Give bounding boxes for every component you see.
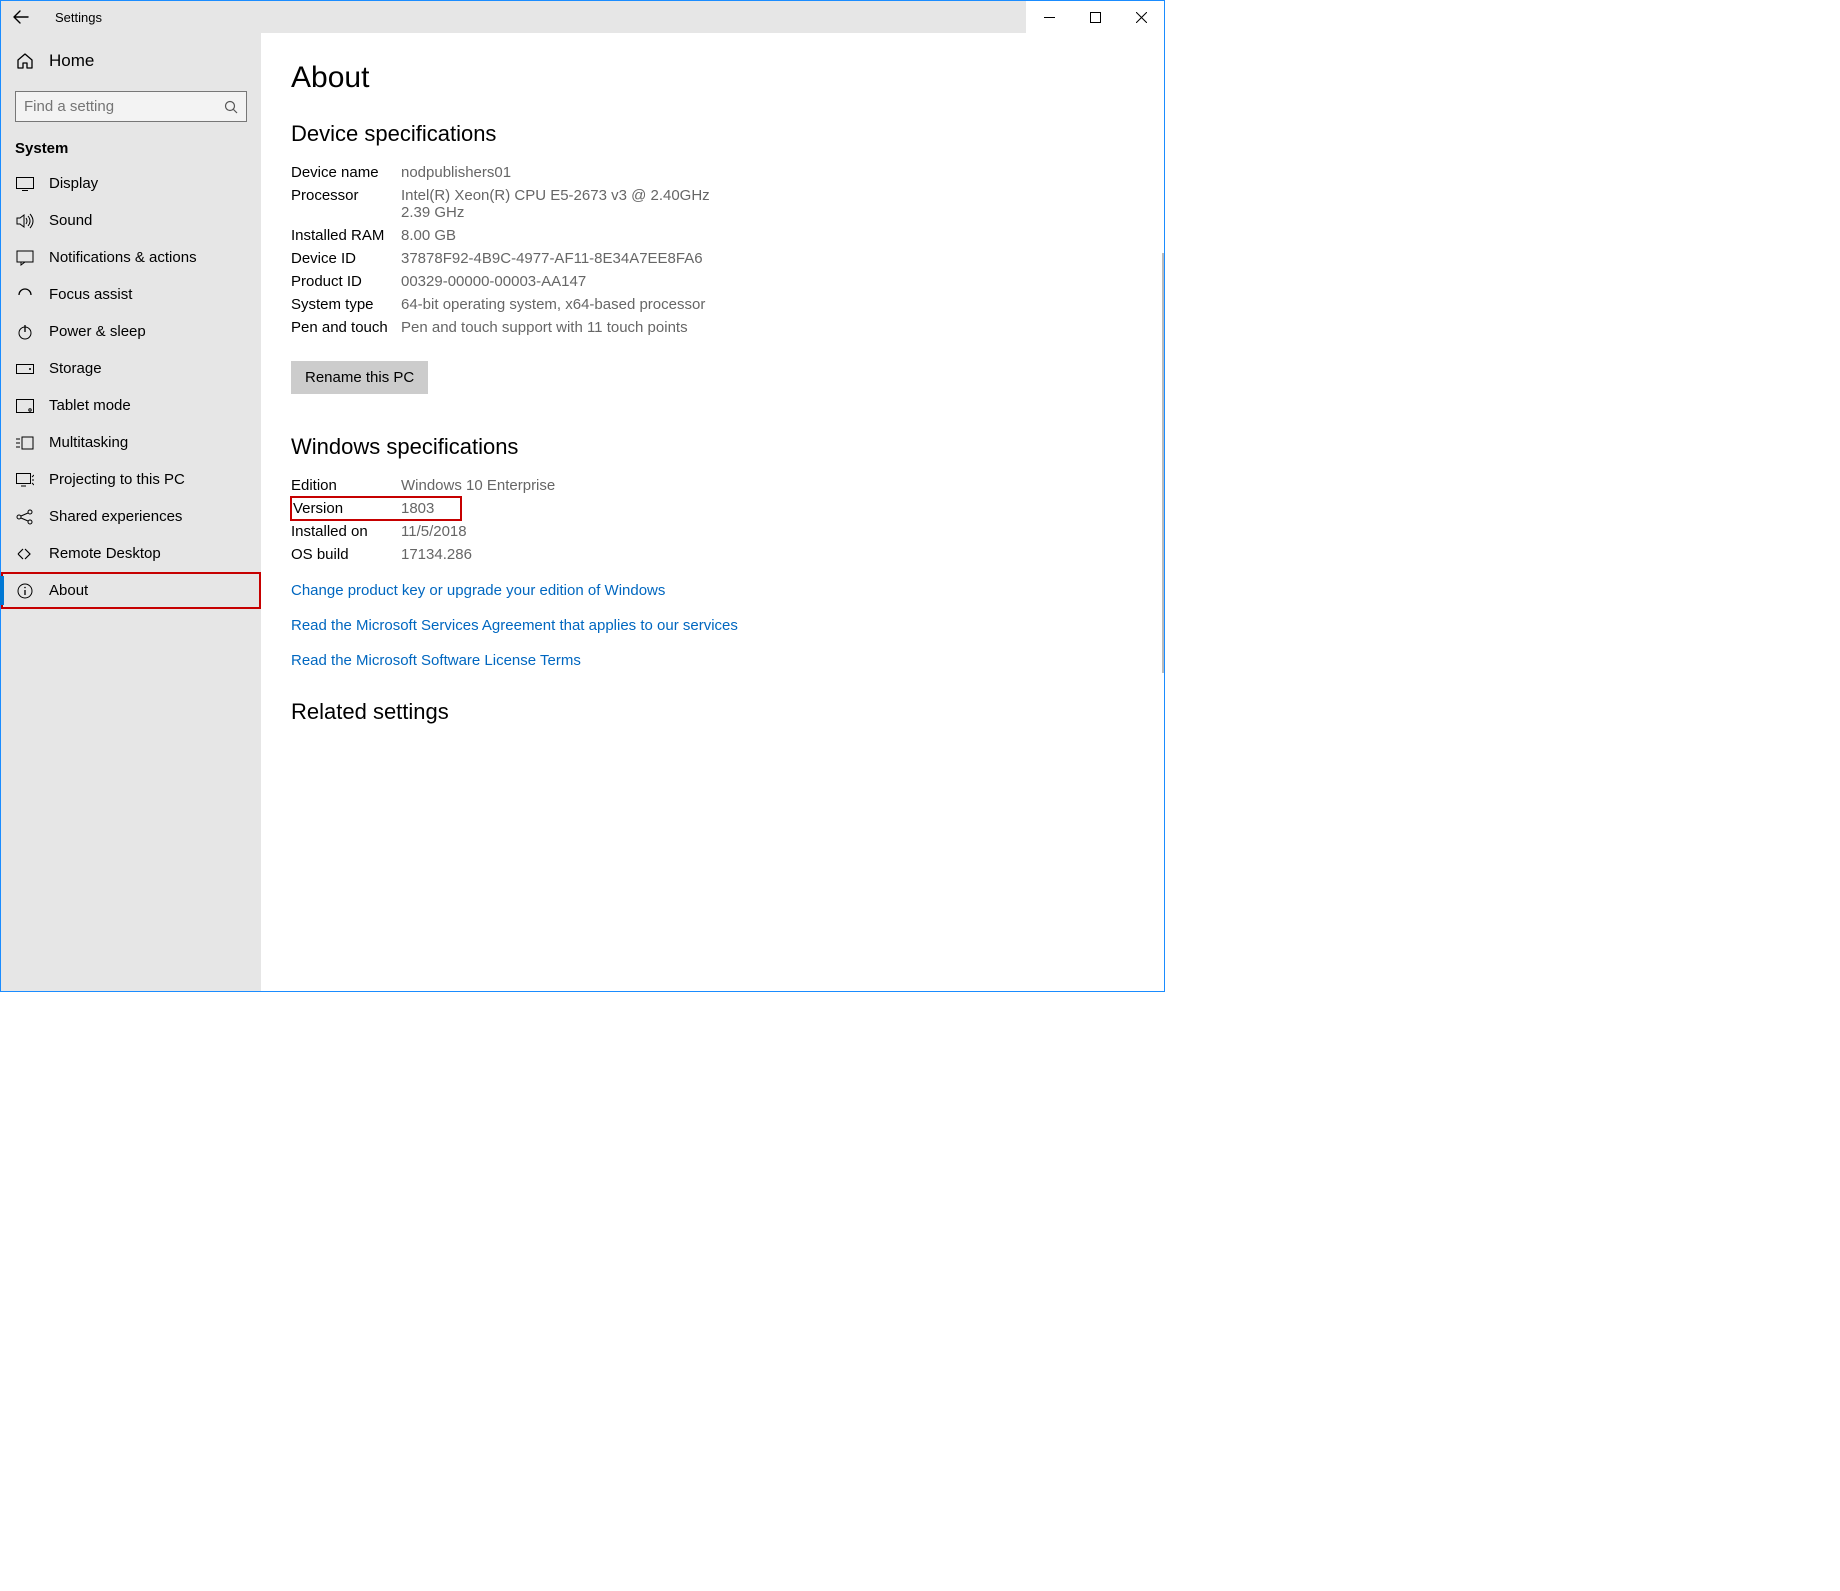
storage-icon — [15, 364, 35, 374]
windows-links: Change product key or upgrade your editi… — [291, 576, 1144, 675]
sidebar-item-label: Tablet mode — [49, 397, 131, 414]
spec-value: 00329-00000-00003-AA147 — [401, 273, 1144, 290]
info-icon — [15, 583, 35, 599]
spec-value: nodpublishers01 — [401, 164, 1144, 181]
spec-key: Installed on — [291, 523, 401, 540]
sidebar-item-label: Display — [49, 175, 98, 192]
sidebar-item-label: Focus assist — [49, 286, 132, 303]
sidebar: Home System Display Sound — [1, 33, 261, 991]
spec-key: Pen and touch — [291, 319, 401, 336]
sidebar-item-label: Power & sleep — [49, 323, 146, 340]
windows-spec-table: EditionWindows 10 Enterprise Version1803… — [291, 474, 1144, 566]
sidebar-item-label: Notifications & actions — [49, 249, 197, 266]
content-pane: About Device specifications Device namen… — [261, 33, 1164, 991]
sidebar-item-notifications[interactable]: Notifications & actions — [1, 239, 261, 276]
maximize-icon — [1090, 12, 1101, 23]
spec-key: Product ID — [291, 273, 401, 290]
device-spec-heading: Device specifications — [291, 121, 1144, 147]
sidebar-item-label: Multitasking — [49, 434, 128, 451]
sidebar-item-multitasking[interactable]: Multitasking — [1, 424, 261, 461]
multitasking-icon — [15, 436, 35, 450]
sidebar-item-label: Projecting to this PC — [49, 471, 185, 488]
close-button[interactable] — [1118, 1, 1164, 33]
remote-desktop-icon — [15, 547, 35, 561]
sidebar-item-label: Storage — [49, 360, 102, 377]
window-controls — [1026, 1, 1164, 33]
spec-key: Processor — [291, 187, 401, 204]
projecting-icon — [15, 473, 35, 487]
minimize-icon — [1044, 12, 1055, 23]
sidebar-item-label: Sound — [49, 212, 92, 229]
spec-value: 1803 — [401, 500, 459, 517]
sidebar-item-tablet-mode[interactable]: Tablet mode — [1, 387, 261, 424]
sidebar-item-sound[interactable]: Sound — [1, 202, 261, 239]
spec-value: 8.00 GB — [401, 227, 1144, 244]
home-label: Home — [49, 51, 94, 71]
window-title: Settings — [41, 10, 102, 25]
license-terms-link[interactable]: Read the Microsoft Software License Term… — [291, 646, 1144, 675]
spec-key: Device ID — [291, 250, 401, 267]
spec-key: Edition — [291, 477, 401, 494]
sidebar-item-focus-assist[interactable]: Focus assist — [1, 276, 261, 313]
search-box[interactable] — [15, 91, 247, 122]
page-title: About — [291, 61, 1144, 95]
sidebar-item-about[interactable]: About — [1, 572, 261, 609]
rename-pc-button[interactable]: Rename this PC — [291, 361, 428, 394]
spec-key: System type — [291, 296, 401, 313]
back-arrow-icon — [13, 9, 29, 25]
spec-value: Pen and touch support with 11 touch poin… — [401, 319, 1144, 336]
change-product-key-link[interactable]: Change product key or upgrade your editi… — [291, 576, 1144, 605]
related-settings-heading: Related settings — [291, 699, 1144, 725]
scrollbar[interactable] — [1162, 253, 1164, 673]
services-agreement-link[interactable]: Read the Microsoft Services Agreement th… — [291, 611, 1144, 640]
sidebar-item-label: Remote Desktop — [49, 545, 161, 562]
sidebar-item-label: Shared experiences — [49, 508, 182, 525]
sidebar-item-storage[interactable]: Storage — [1, 350, 261, 387]
device-spec-table: Device namenodpublishers01 ProcessorInte… — [291, 161, 1144, 339]
sidebar-item-display[interactable]: Display — [1, 165, 261, 202]
display-icon — [15, 177, 35, 191]
home-icon — [15, 52, 35, 70]
back-button[interactable] — [1, 1, 41, 33]
sidebar-item-power-sleep[interactable]: Power & sleep — [1, 313, 261, 350]
close-icon — [1136, 12, 1147, 23]
search-input[interactable] — [24, 98, 224, 115]
spec-key: Installed RAM — [291, 227, 401, 244]
spec-key: Device name — [291, 164, 401, 181]
focus-assist-icon — [15, 287, 35, 303]
sidebar-item-projecting[interactable]: Projecting to this PC — [1, 461, 261, 498]
spec-value: 64-bit operating system, x64-based proce… — [401, 296, 1144, 313]
shared-icon — [15, 509, 35, 525]
version-row-highlighted: Version1803 — [291, 497, 461, 520]
spec-key: Version — [293, 500, 401, 517]
spec-value: 17134.286 — [401, 546, 1144, 563]
sidebar-item-remote-desktop[interactable]: Remote Desktop — [1, 535, 261, 572]
windows-spec-heading: Windows specifications — [291, 434, 1144, 460]
maximize-button[interactable] — [1072, 1, 1118, 33]
spec-key: OS build — [291, 546, 401, 563]
sidebar-item-shared-experiences[interactable]: Shared experiences — [1, 498, 261, 535]
spec-value: Intel(R) Xeon(R) CPU E5-2673 v3 @ 2.40GH… — [401, 187, 741, 221]
power-icon — [15, 324, 35, 340]
minimize-button[interactable] — [1026, 1, 1072, 33]
titlebar: Settings — [1, 1, 1164, 33]
notifications-icon — [15, 250, 35, 266]
tablet-icon — [15, 399, 35, 413]
search-icon — [224, 100, 238, 114]
spec-value: 37878F92-4B9C-4977-AF11-8E34A7EE8FA6 — [401, 250, 1144, 267]
sound-icon — [15, 213, 35, 229]
home-nav[interactable]: Home — [1, 41, 261, 81]
category-label: System — [1, 134, 261, 165]
spec-value: 11/5/2018 — [401, 523, 1144, 540]
nav-list: Display Sound Notifications & actions Fo… — [1, 165, 261, 609]
spec-value: Windows 10 Enterprise — [401, 477, 1144, 494]
sidebar-item-label: About — [49, 582, 88, 599]
